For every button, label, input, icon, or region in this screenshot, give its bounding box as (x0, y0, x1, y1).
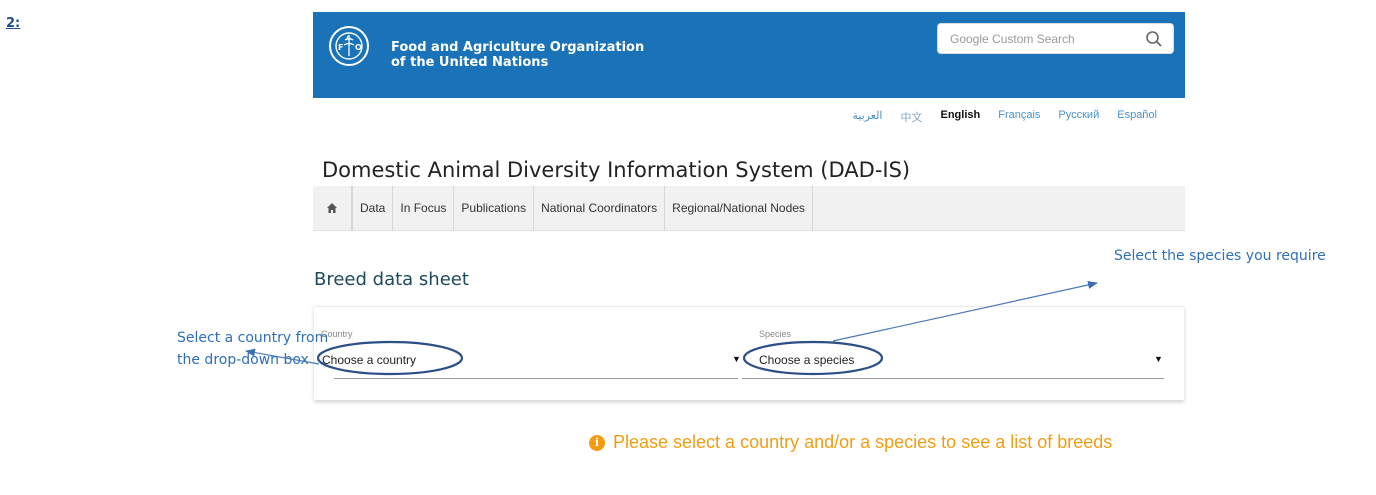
annotation-overlay (245, 281, 1098, 376)
species-highlight-ellipse (742, 340, 884, 376)
species-arrow (832, 281, 1098, 342)
country-highlight-ellipse (316, 340, 464, 376)
country-arrow (245, 348, 320, 365)
